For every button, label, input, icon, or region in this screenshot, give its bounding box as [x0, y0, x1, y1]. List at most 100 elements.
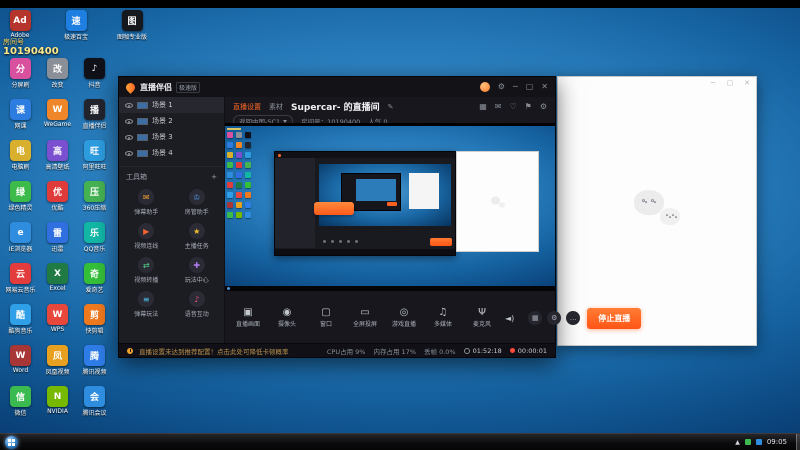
desktop-icon-label: 绿色精灵: [8, 205, 33, 212]
window-control-button[interactable]: ✕: [541, 83, 548, 91]
quick-round-button[interactable]: ▦: [528, 311, 543, 325]
desktop-icon[interactable]: 分 分屏刷: [3, 58, 39, 99]
desktop-icon-label: 网课: [14, 123, 27, 130]
desktop-icon[interactable]: e IE浏览器: [3, 222, 39, 263]
clock[interactable]: 09:05: [767, 438, 787, 446]
desktop-icon[interactable]: 奇 爱奇艺: [77, 263, 113, 304]
toolbox-tool[interactable]: ▶ 视频连线: [121, 223, 172, 250]
window-control-button[interactable]: ─: [708, 79, 718, 87]
desktop-icon[interactable]: 速 极速百宝: [58, 10, 94, 41]
scene-name: 场景 2: [152, 117, 173, 125]
desktop-icon[interactable]: 图 图咖专业版: [114, 10, 150, 41]
visibility-eye-icon[interactable]: [125, 102, 133, 108]
desktop-icon[interactable]: 酷 酷狗音乐: [3, 304, 39, 345]
desktop-icon[interactable]: 凤 凤凰视频: [40, 345, 76, 386]
visibility-eye-icon[interactable]: [125, 150, 133, 156]
scene-item[interactable]: 场景 2: [119, 113, 224, 129]
live-preview[interactable]: [225, 123, 555, 291]
desktop-icon[interactable]: X Excel: [40, 263, 76, 304]
header-action-icon[interactable]: ⚙: [540, 102, 547, 111]
desktop-icon-image: W: [47, 304, 68, 325]
desktop-icon[interactable]: W WPS: [40, 304, 76, 345]
edit-title-icon[interactable]: ✎: [388, 103, 394, 111]
toolbox-tool[interactable]: ♔ 房管助手: [172, 189, 223, 216]
desktop-icon[interactable]: N NVIDIA: [40, 386, 76, 427]
desktop-icon-label: 极速百宝: [63, 34, 88, 41]
header-tab[interactable]: 素材: [269, 102, 283, 112]
toolbox-tool[interactable]: ✚ 玩法中心: [172, 257, 223, 284]
source-button[interactable]: ▢ 窗口: [310, 308, 342, 329]
stop-stream-button[interactable]: 停止直播: [587, 307, 642, 329]
preview-desktop-icon: [227, 202, 233, 208]
source-button[interactable]: ▣ 直播画面: [232, 308, 264, 329]
warning-icon: [127, 347, 133, 354]
desktop-icon[interactable]: 旺 阿里旺旺: [77, 140, 113, 181]
speaker-icon[interactable]: ◄): [505, 314, 514, 323]
desktop-icon[interactable]: Ad Adobe: [2, 10, 38, 41]
desktop-icon[interactable]: 雷 迅雷: [40, 222, 76, 263]
desktop-icon[interactable]: W Word: [3, 345, 39, 386]
quick-round-button[interactable]: …: [566, 311, 581, 325]
source-button[interactable]: Ψ 麦克风: [466, 308, 498, 329]
desktop-icon-label: 微信: [14, 410, 27, 417]
tray-app-icon[interactable]: [755, 439, 762, 445]
desktop-icon[interactable]: 信 微信: [3, 386, 39, 427]
desktop-icon-label: Word: [12, 367, 29, 374]
status-tip[interactable]: 直播设置未达到推荐配置！点击此处可降低卡顿概率: [139, 346, 289, 356]
header-action-icon[interactable]: ▦: [479, 102, 487, 111]
tray-app-icon[interactable]: [744, 439, 751, 445]
desktop-icon[interactable]: W WeGame: [40, 99, 76, 140]
desktop-icon[interactable]: 绿 绿色精灵: [3, 181, 39, 222]
visibility-eye-icon[interactable]: [125, 134, 133, 140]
start-button[interactable]: [5, 435, 18, 449]
desktop-icon[interactable]: ♪ 抖音: [77, 58, 113, 99]
desktop-icon[interactable]: 课 网课: [3, 99, 39, 140]
visibility-eye-icon[interactable]: [125, 118, 133, 124]
source-button[interactable]: ♫ 多媒体: [427, 308, 459, 329]
desktop-icon[interactable]: 压 360压缩: [77, 181, 113, 222]
header-tab[interactable]: 直播设置: [233, 102, 261, 112]
desktop-icon[interactable]: 播 直播伴侣: [77, 99, 113, 140]
header-action-icon[interactable]: ♡: [509, 102, 516, 111]
tray-expand-icon[interactable]: ▲: [735, 439, 740, 446]
window-control-button[interactable]: ▢: [526, 83, 534, 91]
window-control-button[interactable]: ⚙: [498, 83, 505, 91]
toolbox-add-button[interactable]: +: [211, 173, 217, 181]
toolbox-tool[interactable]: ★ 主播任务: [172, 223, 223, 250]
window-control-button[interactable]: ─: [513, 83, 518, 91]
scene-item[interactable]: 场景 1: [119, 97, 224, 113]
desktop-icon[interactable]: 改 改变: [40, 58, 76, 99]
desktop-icon[interactable]: 优 优酷: [40, 181, 76, 222]
toolbox-tool[interactable]: ✉ 弹幕助手: [121, 189, 172, 216]
toolbox-tool[interactable]: ♪ 语音互动: [172, 291, 223, 318]
user-avatar[interactable]: [479, 82, 490, 92]
source-button[interactable]: ◉ 摄像头: [271, 308, 303, 329]
desktop-icon[interactable]: 高 高清壁纸: [40, 140, 76, 181]
desktop-icon[interactable]: 剪 快剪辑: [77, 304, 113, 345]
desktop-icon[interactable]: 腾 腾讯视频: [77, 345, 113, 386]
desktop-icon-label: 腾讯视频: [82, 369, 107, 376]
source-button[interactable]: ◎ 游戏直播: [388, 308, 420, 329]
preview-desktop-icon: [236, 172, 242, 178]
quick-round-button[interactable]: ⚙: [547, 311, 562, 325]
room-title: Supercar- 的直播间: [291, 103, 380, 113]
header-action-icon[interactable]: ⚑: [525, 102, 532, 111]
preview-nested-preview: [319, 164, 451, 226]
scene-item[interactable]: 场景 4: [119, 145, 224, 161]
desktop-icon[interactable]: 电 电脑刷: [3, 140, 39, 181]
header-action-icon[interactable]: ✉: [495, 102, 502, 111]
toolbox-tool[interactable]: ⇄ 视频转播: [121, 257, 172, 284]
wechat-window[interactable]: ─ ▢ ✕: [557, 76, 757, 346]
scene-item[interactable]: 场景 3: [119, 129, 224, 145]
desktop-icon[interactable]: 乐 QQ音乐: [77, 222, 113, 263]
toolbox-tool[interactable]: ≡ 弹幕玩法: [121, 291, 172, 318]
window-control-button[interactable]: ▢: [725, 79, 735, 87]
room-number-value: 10190400: [3, 46, 59, 58]
source-button[interactable]: ▭ 全屏投屏: [349, 308, 381, 329]
desktop-icon[interactable]: 云 网易云音乐: [3, 263, 39, 304]
show-desktop-button[interactable]: [796, 434, 800, 450]
desktop-icon-label: 360压缩: [82, 205, 107, 212]
desktop-icon-image: 乐: [84, 222, 105, 243]
desktop-icon[interactable]: 会 腾讯会议: [77, 386, 113, 427]
window-control-button[interactable]: ✕: [742, 79, 752, 87]
